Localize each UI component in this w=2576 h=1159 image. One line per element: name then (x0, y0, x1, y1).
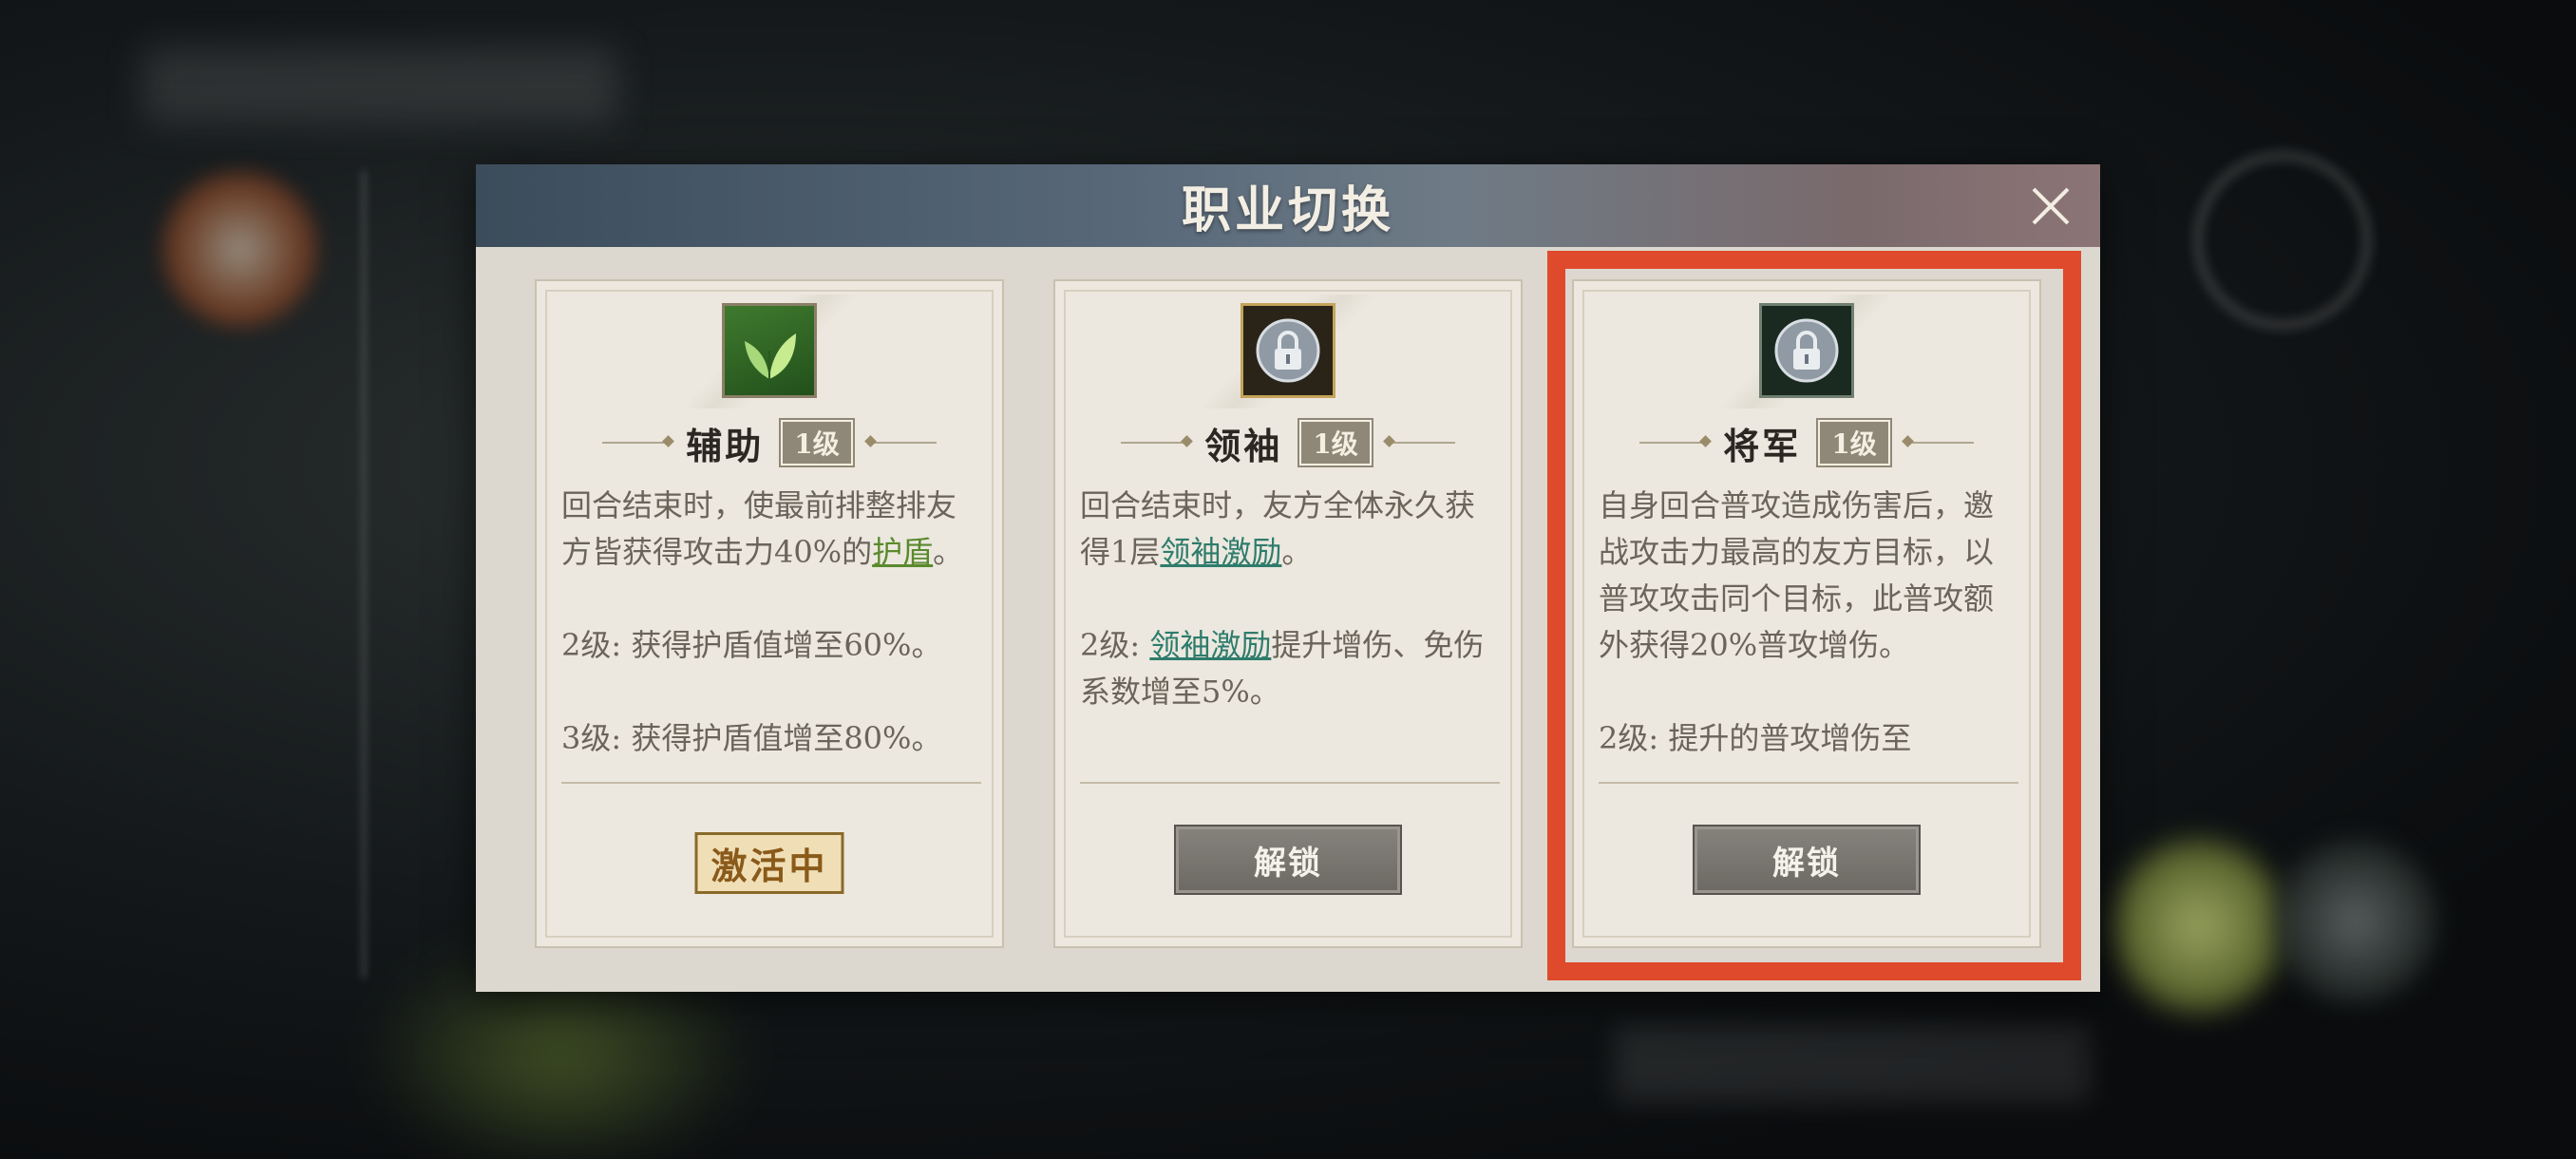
desc-text-end: 。 (933, 534, 964, 570)
background-bottom-bar (1615, 1026, 2090, 1102)
class-description: 自身回合普攻造成伤害后，邀战攻击力最高的友方目标，以普攻攻击同个目标，此普攻额外… (1599, 483, 2018, 772)
class-icon-leader (1241, 303, 1335, 398)
lock-icon (1774, 318, 1839, 383)
keyword-link-leader-inspire[interactable]: 领袖激励 (1160, 534, 1281, 570)
class-card-leader[interactable]: 领袖 1级 回合结束时，友方全体永久获得1层领袖激励。 2级: 领袖激励提升增伤… (1053, 279, 1523, 948)
leaf-icon (745, 333, 796, 379)
title-ornament-right (1906, 442, 1974, 444)
background-divider (361, 171, 367, 978)
class-description: 回合结束时，使最前排整排友方皆获得攻击力40%的护盾。 2级: 获得护盾值增至6… (561, 483, 981, 772)
card-divider (1080, 782, 1500, 784)
card-title-row: 辅助 1级 (537, 418, 1002, 467)
title-ornament-left (602, 442, 670, 444)
class-name: 领袖 (1204, 424, 1283, 467)
unlock-button-general[interactable]: 解锁 (1693, 825, 1921, 895)
desc-text: 自身回合普攻造成伤害后，邀战攻击力最高的友方目标，以普攻攻击同个目标，此普攻额外… (1599, 487, 1995, 663)
active-status-tag: 激活中 (694, 832, 844, 894)
background-skill-orb-dark (2270, 836, 2441, 1007)
card-divider (1599, 782, 2018, 784)
level-2-prefix: 2级: (1080, 627, 1150, 663)
level-badge: 1级 (1297, 418, 1373, 467)
class-name: 辅助 (686, 424, 765, 467)
dialog-title: 职业切换 (1181, 181, 1394, 239)
background-ring (2194, 152, 2371, 329)
close-button[interactable] (2026, 181, 2075, 231)
keyword-link-shield[interactable]: 护盾 (872, 534, 933, 570)
background-avatar (161, 171, 318, 328)
level-3-text: 3级: 获得护盾值增至80%。 (561, 720, 942, 756)
class-icon-support (722, 303, 817, 398)
class-switch-dialog: 职业切换 辅助 1级 回合结束时，使最前排整排友方皆获得攻击力40%的护盾。 2… (476, 164, 2100, 992)
background-skill-orb (2109, 836, 2289, 1016)
class-card-general[interactable]: 将军 1级 自身回合普攻造成伤害后，邀战攻击力最高的友方目标，以普攻攻击同个目标… (1572, 279, 2041, 948)
class-card-support[interactable]: 辅助 1级 回合结束时，使最前排整排友方皆获得攻击力40%的护盾。 2级: 获得… (535, 279, 1004, 948)
class-description: 回合结束时，友方全体永久获得1层领袖激励。 2级: 领袖激励提升增伤、免伤系数增… (1080, 483, 1500, 772)
close-x-icon (2032, 187, 2070, 225)
level-2-text: 2级: 获得护盾值增至60%。 (561, 627, 942, 663)
class-icon-general (1759, 303, 1854, 398)
background-top-bar (142, 48, 617, 124)
level-badge: 1级 (779, 418, 855, 467)
dialog-header: 职业切换 (476, 164, 2100, 247)
title-ornament-right (869, 442, 937, 444)
title-ornament-left (1639, 442, 1707, 444)
card-title-row: 将军 1级 (1574, 418, 2039, 467)
card-divider (561, 782, 981, 784)
level-2-text: 2级: 提升的普攻增伤至 (1599, 720, 1912, 756)
unlock-button-leader[interactable]: 解锁 (1174, 825, 1402, 895)
level-badge: 1级 (1816, 418, 1892, 467)
title-ornament-left (1121, 442, 1188, 444)
class-name: 将军 (1723, 424, 1802, 467)
card-title-row: 领袖 1级 (1055, 418, 1521, 467)
lock-icon (1256, 318, 1320, 383)
desc-text-end: 。 (1281, 534, 1313, 570)
title-ornament-right (1388, 442, 1455, 444)
keyword-link-leader-inspire-2[interactable]: 领袖激励 (1149, 627, 1271, 663)
